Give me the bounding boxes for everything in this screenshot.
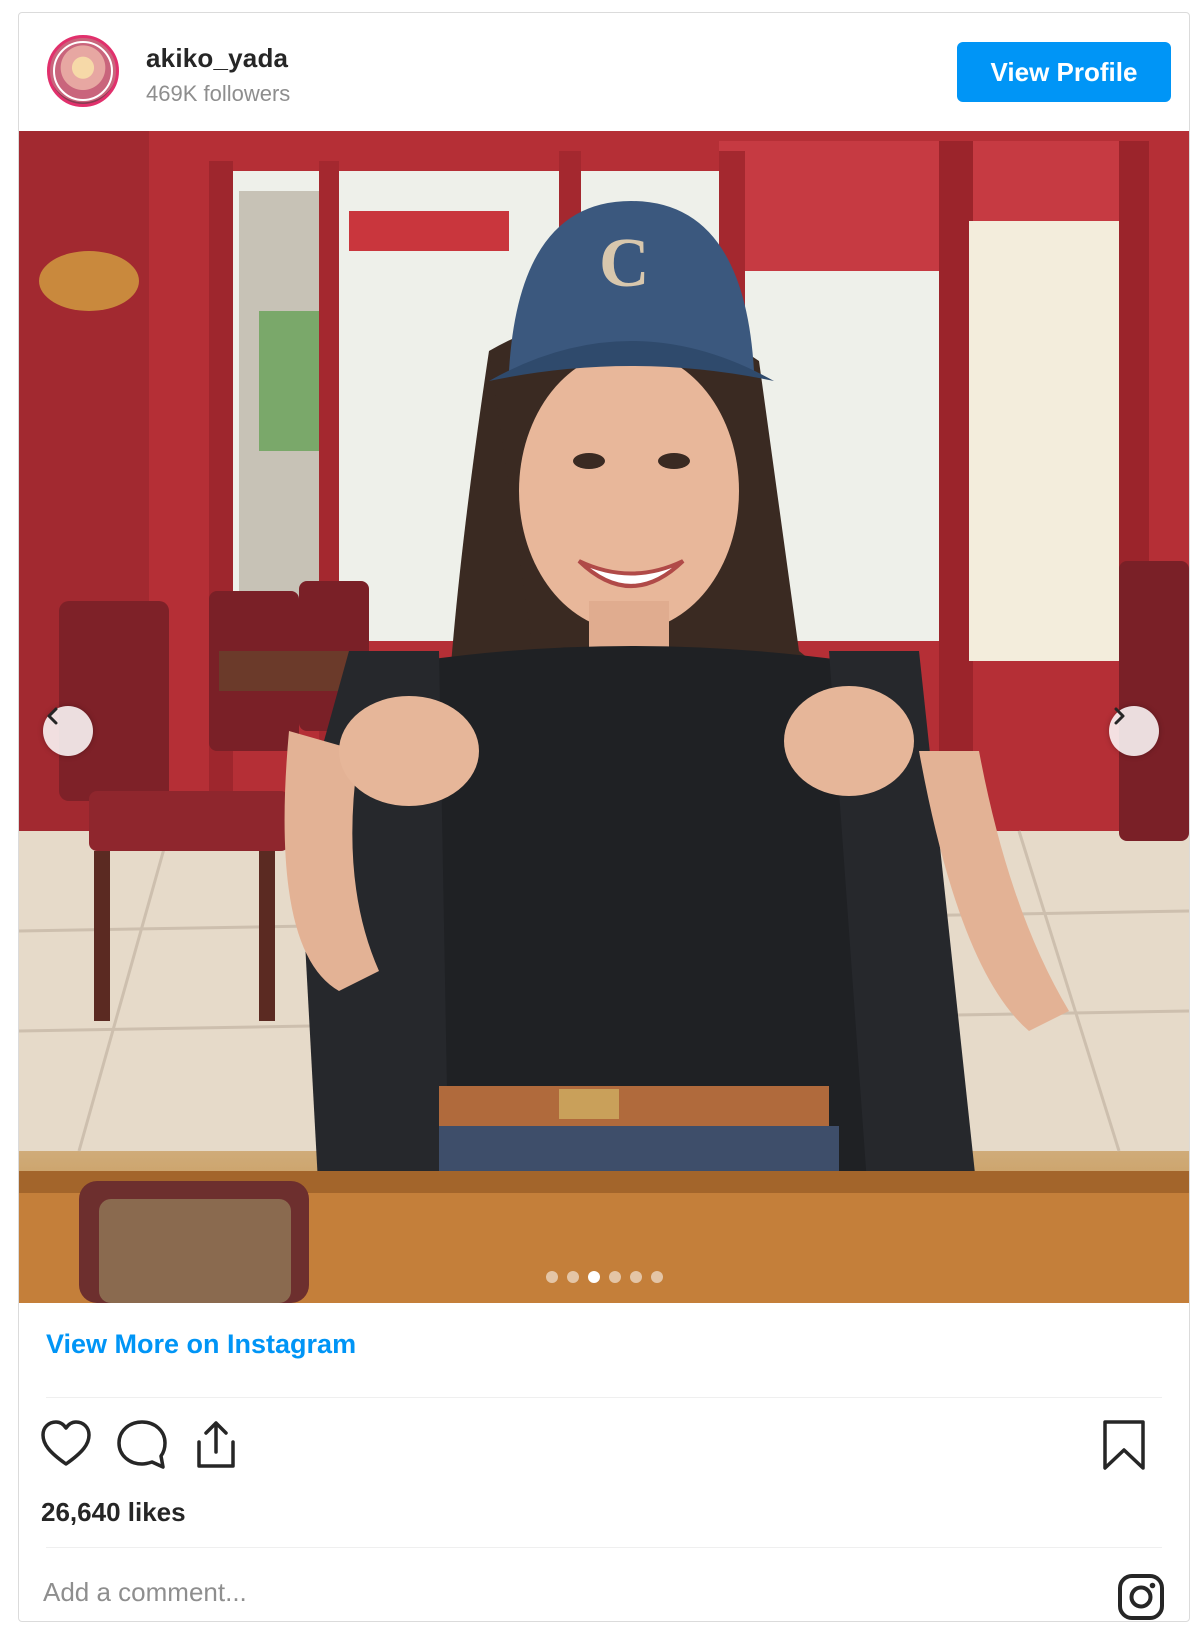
carousel-dot-active	[587, 1271, 600, 1283]
comment-bubble-icon	[117, 1420, 167, 1469]
username[interactable]: akiko_yada	[146, 43, 288, 74]
comment-button[interactable]	[115, 1418, 169, 1477]
carousel-dot	[608, 1271, 621, 1283]
profile-avatar[interactable]	[47, 35, 119, 107]
action-bar	[39, 1418, 1169, 1478]
bookmark-icon	[1103, 1420, 1145, 1470]
save-button[interactable]	[1099, 1418, 1149, 1477]
instagram-embed-card: akiko_yada 469K followers View Profile C…	[18, 12, 1190, 1622]
carousel-indicator	[19, 1271, 1189, 1283]
carousel-dot	[629, 1271, 642, 1283]
photo-illustration: C	[19, 131, 1189, 1303]
carousel-next-button[interactable]	[1109, 706, 1159, 756]
instagram-logo-icon	[1118, 1574, 1164, 1620]
chevron-left-icon	[47, 707, 58, 725]
view-more-link[interactable]: View More on Instagram	[46, 1329, 356, 1360]
svg-text:C: C	[599, 225, 650, 302]
carousel-dot	[545, 1271, 558, 1283]
share-button[interactable]	[189, 1418, 243, 1477]
instagram-logo-link[interactable]	[1117, 1573, 1165, 1626]
carousel-dot	[566, 1271, 579, 1283]
like-button[interactable]	[39, 1418, 93, 1477]
comment-input[interactable]	[41, 1569, 1045, 1615]
chevron-right-icon	[1114, 707, 1125, 725]
divider	[46, 1547, 1162, 1548]
divider	[46, 1397, 1162, 1398]
like-count: 26,640 likes	[41, 1497, 186, 1527]
heart-icon	[41, 1420, 91, 1466]
view-profile-button[interactable]: View Profile	[957, 42, 1171, 102]
share-icon	[197, 1421, 235, 1468]
carousel-prev-button[interactable]	[43, 706, 93, 756]
post-header: akiko_yada 469K followers View Profile	[19, 13, 1189, 131]
follower-count: 469K followers	[146, 81, 291, 106]
post-photo[interactable]: C	[19, 131, 1189, 1303]
carousel-dot	[650, 1271, 663, 1283]
